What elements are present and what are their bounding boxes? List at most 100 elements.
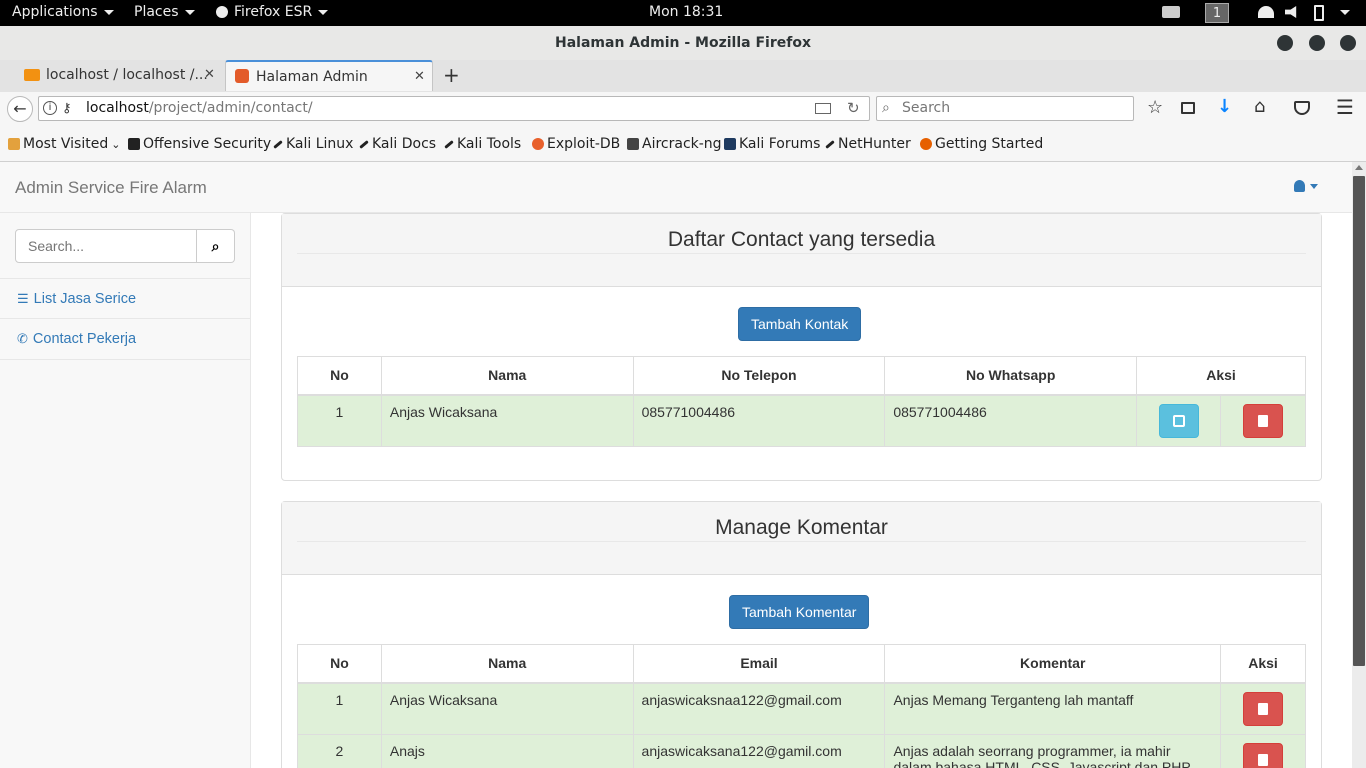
table-header-row: No Nama Email Komentar Aksi [297,644,1306,684]
places-menu[interactable]: Places [134,4,195,20]
col-nama: Nama [380,356,634,396]
cell-email: anjaswicaksana122@gamil.com [632,733,886,768]
sidebar-item-contact-pekerja[interactable]: ✆ Contact Pekerja [0,319,250,360]
scrollbar-thumb[interactable] [1353,176,1365,666]
delete-komentar-button[interactable] [1243,691,1283,726]
tambah-kontak-button[interactable]: Tambah Kontak [738,307,862,341]
cell-no: 1 [297,394,382,447]
applications-menu[interactable]: Applications [12,4,114,20]
battery-icon[interactable] [1314,5,1324,21]
cell-nama: Anjas Wicaksana [380,682,634,735]
contact-panel-title: Daftar Contact yang tersedia [297,214,1306,254]
kali-dragon-icon [825,139,835,149]
col-email: Email [632,644,886,684]
window-titlebar: Halaman Admin - Mozilla Firefox [0,26,1366,60]
scroll-up-icon[interactable] [1355,165,1363,170]
minimize-icon[interactable] [1277,35,1293,51]
kali-dragon-icon [444,139,454,149]
clock[interactable]: Mon 18:31 [649,4,723,20]
reading-list-icon[interactable] [1181,102,1195,114]
app-brand[interactable]: Admin Service Fire Alarm [15,178,207,198]
close-tab-icon[interactable]: ✕ [204,60,215,90]
bookmark-offensive-security[interactable]: Offensive Security [128,136,271,152]
key-icon[interactable]: ⚷ [62,97,72,120]
cell-nama: Anjas Wicaksana [380,394,634,447]
komentar-panel-title: Manage Komentar [297,502,1306,542]
tambah-komentar-button[interactable]: Tambah Komentar [729,595,870,629]
trash-icon [1258,702,1268,715]
delete-contact-button[interactable] [1243,403,1283,438]
komentar-panel-heading: Manage Komentar [282,502,1321,575]
cell-komentar: Anjas Memang Terganteng lah mantaff [884,682,1221,735]
col-no: No [297,644,382,684]
new-tab-button[interactable]: + [443,60,463,91]
search-button[interactable]: ⌕ [197,229,235,263]
sidebar-item-list-jasa[interactable]: ☰ List Jasa Serice [0,278,250,319]
komentar-table: No Nama Email Komentar Aksi 1 Anjas Wica… [297,644,1306,768]
bookmark-kali-forums[interactable]: Kali Forums [724,136,820,152]
list-icon: ☰ [17,290,29,306]
maximize-icon[interactable] [1309,35,1325,51]
kali-dragon-icon [359,139,369,149]
reader-view-icon[interactable] [815,103,831,114]
sidebar: ⌕ ☰List Jasa Serice ✆Contact Pekerja [0,213,251,768]
page-scrollbar[interactable] [1352,162,1366,768]
folder-icon [8,138,20,150]
close-window-icon[interactable] [1340,35,1356,51]
table-header-row: No Nama No Telepon No Whatsapp Aksi [297,356,1306,396]
bookmark-exploit-db[interactable]: Exploit-DB [532,136,620,152]
firefox-icon [216,6,228,18]
home-icon[interactable]: ⌂ [1254,96,1265,117]
workspace-indicator[interactable]: 1 [1205,3,1229,23]
bookmark-getting-started[interactable]: Getting Started [920,136,1043,152]
bookmark-most-visited[interactable]: Most Visited ⌄ [8,136,120,152]
bookmark-aircrack-ng[interactable]: Aircrack-ng [627,136,722,152]
kali-forums-icon [724,138,736,150]
back-button[interactable]: ← [7,96,33,122]
bookmark-kali-tools[interactable]: Kali Tools [444,136,521,152]
wifi-icon[interactable] [1258,6,1274,18]
download-icon[interactable]: ↓ [1217,96,1232,117]
firefox-app-menu[interactable]: Firefox ESR [216,4,329,20]
info-icon[interactable]: i [43,101,57,115]
web-page: Admin Service Fire Alarm ⌕ ☰List Jasa Se… [0,162,1352,768]
col-nama: Nama [380,644,634,684]
tab-phpmyadmin[interactable]: localhost / localhost /... ✕ [18,60,223,91]
pocket-icon[interactable] [1294,101,1310,115]
trash-icon [1258,414,1268,427]
camera-icon[interactable] [1162,6,1180,18]
url-host: localhost [86,100,149,116]
web-search-box[interactable]: ⌕ Search [876,96,1134,121]
edit-contact-button[interactable] [1158,403,1199,438]
search-icon: ⌕ [882,100,890,116]
bookmark-kali-linux[interactable]: Kali Linux [273,136,353,152]
cell-nama: Anajs [380,733,634,768]
contact-panel: Daftar Contact yang tersedia Tambah Kont… [281,213,1322,481]
system-menu-chevron-icon[interactable] [1340,10,1350,15]
bookmark-nethunter[interactable]: NetHunter [825,136,911,152]
bookmark-kali-docs[interactable]: Kali Docs [359,136,436,152]
tab-strip: localhost / localhost /... ✕ Halaman Adm… [0,60,1366,92]
user-icon [1294,180,1305,192]
contact-table: No Nama No Telepon No Whatsapp Aksi 1 An… [297,356,1306,447]
url-bar[interactable]: i ⚷ localhost/project/admin/contact/ ↻ [38,96,870,121]
user-menu[interactable] [1294,180,1318,192]
tab-halaman-admin[interactable]: Halaman Admin ✕ [225,60,433,91]
delete-komentar-button[interactable] [1243,742,1283,768]
volume-icon[interactable] [1285,6,1299,18]
col-whatsapp: No Whatsapp [884,356,1138,396]
cell-whatsapp: 085771004486 [884,394,1138,447]
trash-icon [1258,753,1268,766]
search-input[interactable] [15,229,197,263]
chevron-down-icon [1310,183,1318,189]
bookmark-star-icon[interactable]: ☆ [1147,97,1163,118]
close-tab-icon[interactable]: ✕ [414,62,425,92]
edit-icon [1172,414,1185,427]
col-telepon: No Telepon [632,356,886,396]
chevron-down-icon: ⌄ [111,137,121,151]
hamburger-menu-icon[interactable]: ☰ [1336,95,1354,119]
bookmarks-toolbar: Most Visited ⌄ Offensive Security Kali Li… [0,126,1366,162]
cell-komentar: Anjas adalah seorrang programmer, ia mah… [884,733,1221,768]
col-komentar: Komentar [884,644,1221,684]
reload-icon[interactable]: ↻ [847,97,860,120]
